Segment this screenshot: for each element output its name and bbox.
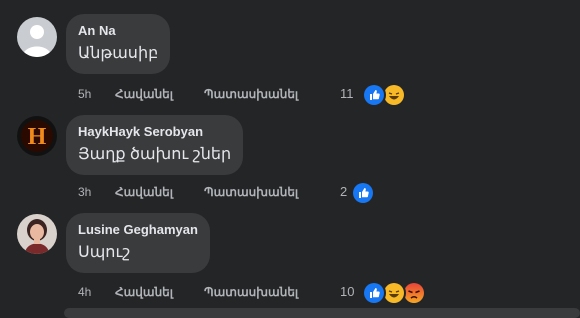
avatar[interactable]: H	[17, 116, 57, 156]
comment-bubble: An Na Անթասիբ	[66, 14, 171, 74]
like-button[interactable]: Հավանել	[115, 86, 173, 102]
comment-bubble: Lusine Geghamyan Սպուշ	[66, 213, 210, 273]
like-icon	[351, 181, 375, 205]
comment-text: Անթասիբ	[78, 45, 159, 62]
reply-button[interactable]: Պատասխանել	[204, 284, 298, 300]
comment-author[interactable]: Lusine Geghamyan	[78, 221, 198, 238]
avatar[interactable]	[17, 214, 57, 254]
like-button[interactable]: Հավանել	[115, 284, 173, 300]
next-comment-bubble	[64, 308, 580, 318]
reply-button[interactable]: Պատասխանել	[204, 184, 298, 200]
comment-time[interactable]: 3h	[78, 184, 91, 200]
avatar[interactable]	[17, 17, 57, 57]
like-icon	[362, 281, 386, 305]
comment-author[interactable]: HaykHayk Serobyan	[78, 123, 231, 140]
like-button[interactable]: Հավանել	[115, 184, 173, 200]
comment-author[interactable]: An Na	[78, 22, 158, 39]
reaction-count: 11	[340, 86, 354, 101]
comment-bubble: HaykHayk Serobyan Յաղք ծախու շներ	[66, 115, 244, 175]
svg-text:H: H	[28, 124, 47, 150]
comment-time[interactable]: 4h	[78, 284, 91, 300]
reply-button[interactable]: Պատասխանել	[204, 86, 298, 102]
like-icon	[362, 83, 386, 107]
reaction-count: 10	[340, 284, 355, 299]
reaction-summary[interactable]: 11	[340, 83, 410, 107]
comment-time[interactable]: 5h	[78, 86, 91, 102]
comment-text: Յաղք ծախու շներ	[78, 146, 232, 163]
reaction-count: 2	[340, 184, 348, 199]
comment-text: Սպուշ	[78, 244, 131, 261]
reaction-summary[interactable]: 10	[340, 281, 430, 305]
reaction-summary[interactable]: 2	[340, 181, 380, 205]
